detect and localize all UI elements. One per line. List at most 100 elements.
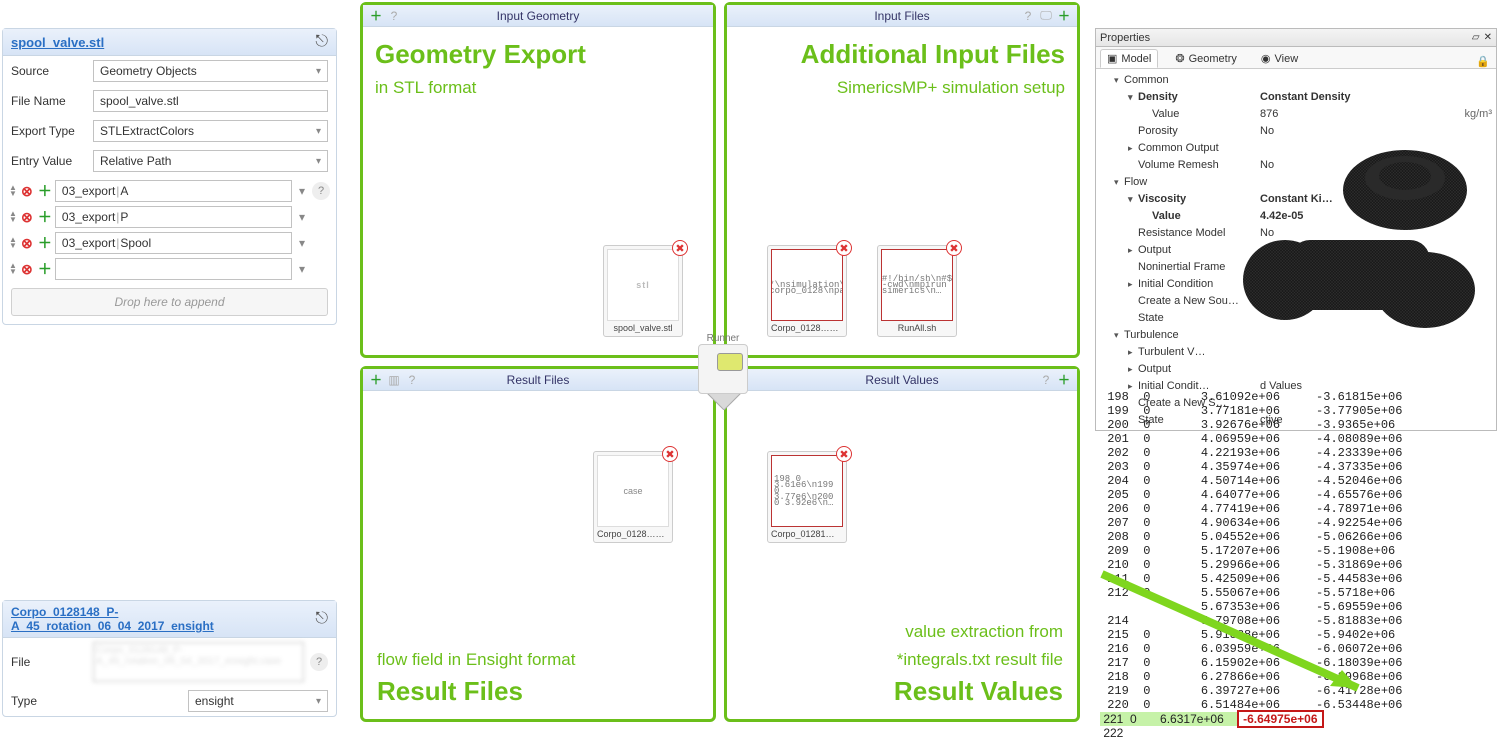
- runner-node[interactable]: Runner: [698, 344, 748, 394]
- property-row[interactable]: ▸Turbulent V…: [1096, 343, 1496, 360]
- file-caption: spool_valve.stl: [607, 323, 679, 333]
- remove-icon[interactable]: ✖: [836, 446, 852, 462]
- reorder-icon[interactable]: ▲▼: [9, 237, 17, 249]
- delete-icon[interactable]: ⊗: [19, 235, 35, 251]
- lock-icon[interactable]: 🔒: [1476, 55, 1490, 68]
- file-card[interactable]: ✖ #!/bin/sh\n#$ -cwd\nmpirun simerics\n……: [877, 245, 957, 337]
- tab-model[interactable]: ▣Model: [1100, 49, 1158, 68]
- export-path-input[interactable]: 03_export|Spool: [55, 232, 292, 254]
- help-icon[interactable]: ?: [310, 653, 328, 671]
- case-thumb-icon: case: [597, 455, 669, 527]
- annotation-subtitle: *integrals.txt result file: [894, 650, 1063, 670]
- property-row[interactable]: ▾DensityConstant Density: [1096, 88, 1496, 105]
- panel-title-link[interactable]: spool_valve.stl: [11, 35, 104, 50]
- type-dropdown[interactable]: ensight: [188, 690, 328, 712]
- add-icon[interactable]: ＋: [1057, 9, 1071, 23]
- help-icon[interactable]: ?: [1021, 9, 1035, 23]
- add-icon[interactable]: ＋: [37, 183, 53, 199]
- type-label: Type: [11, 694, 87, 708]
- monitor-icon[interactable]: 🖵: [1039, 9, 1053, 23]
- dropdown-icon[interactable]: ▾: [294, 262, 310, 276]
- dropdown-icon[interactable]: ▾: [294, 184, 310, 198]
- add-icon[interactable]: ＋: [37, 235, 53, 251]
- panel-header: ＋ ▥? Result Files: [363, 369, 713, 391]
- panel-title-link[interactable]: Corpo_0128148_P-A_45_rotation_06_04_2017…: [11, 605, 315, 633]
- reorder-icon[interactable]: ▲▼: [9, 263, 17, 275]
- file-card[interactable]: ✖ 198 0 3.61e6\n199 0 3.77e6\n200 0 3.92…: [767, 451, 847, 543]
- file-card[interactable]: ✖ *new window*\nsimulation\nsetup file\n…: [767, 245, 847, 337]
- input-geometry-panel: ＋? Input Geometry Geometry Export in STL…: [360, 2, 716, 358]
- file-card[interactable]: ✖ stl spool_valve.stl: [603, 245, 683, 337]
- file-caption: RunAll.sh: [881, 323, 953, 333]
- input-files-panel: Input Files ?🖵＋ Additional Input Files S…: [724, 2, 1080, 358]
- export-row: ▲▼⊗＋03_export|P▾: [9, 206, 330, 228]
- file-value-blurred[interactable]: Corpo_0128148_P-A_45_rotation_06_04_2017…: [93, 642, 304, 682]
- annotation-subtitle: in STL format: [375, 78, 701, 98]
- spool-valve-panel: spool_valve.stl ⎋ SourceGeometry Objects…: [2, 28, 337, 325]
- result-values-panel: Result Values ? ＋ ✖ 198 0 3.61e6\n199 0 3…: [724, 366, 1080, 722]
- close-icon[interactable]: ✕: [1484, 32, 1492, 43]
- panel-menu-icon[interactable]: ⎋: [315, 610, 328, 628]
- annotation-title: Additional Input Files: [739, 39, 1065, 70]
- remove-icon[interactable]: ✖: [662, 446, 678, 462]
- annotation-title: Result Values: [894, 676, 1063, 707]
- panel-title: Result Values: [865, 373, 938, 387]
- reorder-icon[interactable]: ▲▼: [9, 185, 17, 197]
- reorder-icon[interactable]: ▲▼: [9, 211, 17, 223]
- export-path-input[interactable]: 03_export|P: [55, 206, 292, 228]
- help-icon[interactable]: ?: [312, 182, 330, 200]
- add-icon[interactable]: ＋: [369, 373, 383, 387]
- text-thumb-icon: *new window*\nsimulation\nsetup file\nco…: [771, 249, 843, 321]
- undock-icon[interactable]: ▱: [1472, 32, 1480, 43]
- panel-header: Corpo_0128148_P-A_45_rotation_06_04_2017…: [3, 601, 336, 638]
- property-row[interactable]: ▾Common: [1096, 71, 1496, 88]
- file-caption: Corpo_0128…_2017.spro: [771, 323, 843, 333]
- dropdown-icon[interactable]: ▾: [294, 236, 310, 250]
- result-files-panel: ＋ ▥? Result Files ✖ case Corpo_0128…sight…: [360, 366, 716, 722]
- filename-label: File Name: [11, 94, 87, 108]
- export-row: ▲▼⊗＋03_export|Spool▾: [9, 232, 330, 254]
- doc-icon[interactable]: ▥: [387, 373, 401, 387]
- panel-title: Result Files: [507, 373, 570, 387]
- result-text-dump: 198 0 3.61092e+06 -3.61815e+06 199 0 3.7…: [1100, 390, 1498, 740]
- eye-icon: ◉: [1261, 52, 1271, 65]
- export-list: ▲▼⊗＋03_export|A▾?▲▼⊗＋03_export|P▾▲▼⊗＋03_…: [3, 176, 336, 286]
- panel-menu-icon[interactable]: ⎋: [315, 33, 328, 51]
- help-icon[interactable]: ?: [1039, 373, 1053, 387]
- geometry-icon: ❂: [1175, 52, 1184, 65]
- remove-icon[interactable]: ✖: [946, 240, 962, 256]
- add-icon[interactable]: ＋: [37, 209, 53, 225]
- property-row[interactable]: ▸Output: [1096, 360, 1496, 377]
- export-path-input[interactable]: [55, 258, 292, 280]
- panel-title: Input Geometry: [497, 9, 580, 23]
- panel-header: spool_valve.stl ⎋: [3, 29, 336, 56]
- filename-input[interactable]: spool_valve.stl: [93, 90, 328, 112]
- tab-view[interactable]: ◉View: [1254, 49, 1305, 68]
- remove-icon[interactable]: ✖: [672, 240, 688, 256]
- export-path-input[interactable]: 03_export|A: [55, 180, 292, 202]
- geometry-preview-icon: [1230, 120, 1495, 340]
- entryvalue-dropdown[interactable]: Relative Path: [93, 150, 328, 172]
- annotation-subtitle: SimericsMP+ simulation setup: [739, 78, 1065, 98]
- help-icon[interactable]: ?: [387, 9, 401, 23]
- add-icon[interactable]: ＋: [369, 9, 383, 23]
- dropdown-icon[interactable]: ▾: [294, 210, 310, 224]
- file-caption: Corpo_0128…sight.case: [597, 529, 669, 539]
- drop-zone[interactable]: Drop here to append: [11, 288, 328, 316]
- cube-icon: ▣: [1107, 52, 1117, 65]
- file-card[interactable]: ✖ case Corpo_0128…sight.case: [593, 451, 673, 543]
- delete-icon[interactable]: ⊗: [19, 261, 35, 277]
- tab-geometry[interactable]: ❂Geometry: [1168, 49, 1244, 68]
- remove-icon[interactable]: ✖: [836, 240, 852, 256]
- source-dropdown[interactable]: Geometry Objects: [93, 60, 328, 82]
- delete-icon[interactable]: ⊗: [19, 183, 35, 199]
- file-caption: Corpo_01281…tegrals.txt: [771, 529, 843, 539]
- properties-tabs: ▣Model ❂Geometry ◉View 🔒: [1096, 47, 1496, 69]
- annotation-title: Geometry Export: [375, 39, 701, 70]
- help-icon[interactable]: ?: [405, 373, 419, 387]
- delete-icon[interactable]: ⊗: [19, 209, 35, 225]
- text-thumb-icon: #!/bin/sh\n#$ -cwd\nmpirun simerics\n…: [881, 249, 953, 321]
- add-icon[interactable]: ＋: [37, 261, 53, 277]
- exporttype-dropdown[interactable]: STLExtractColors: [93, 120, 328, 142]
- add-icon[interactable]: ＋: [1057, 373, 1071, 387]
